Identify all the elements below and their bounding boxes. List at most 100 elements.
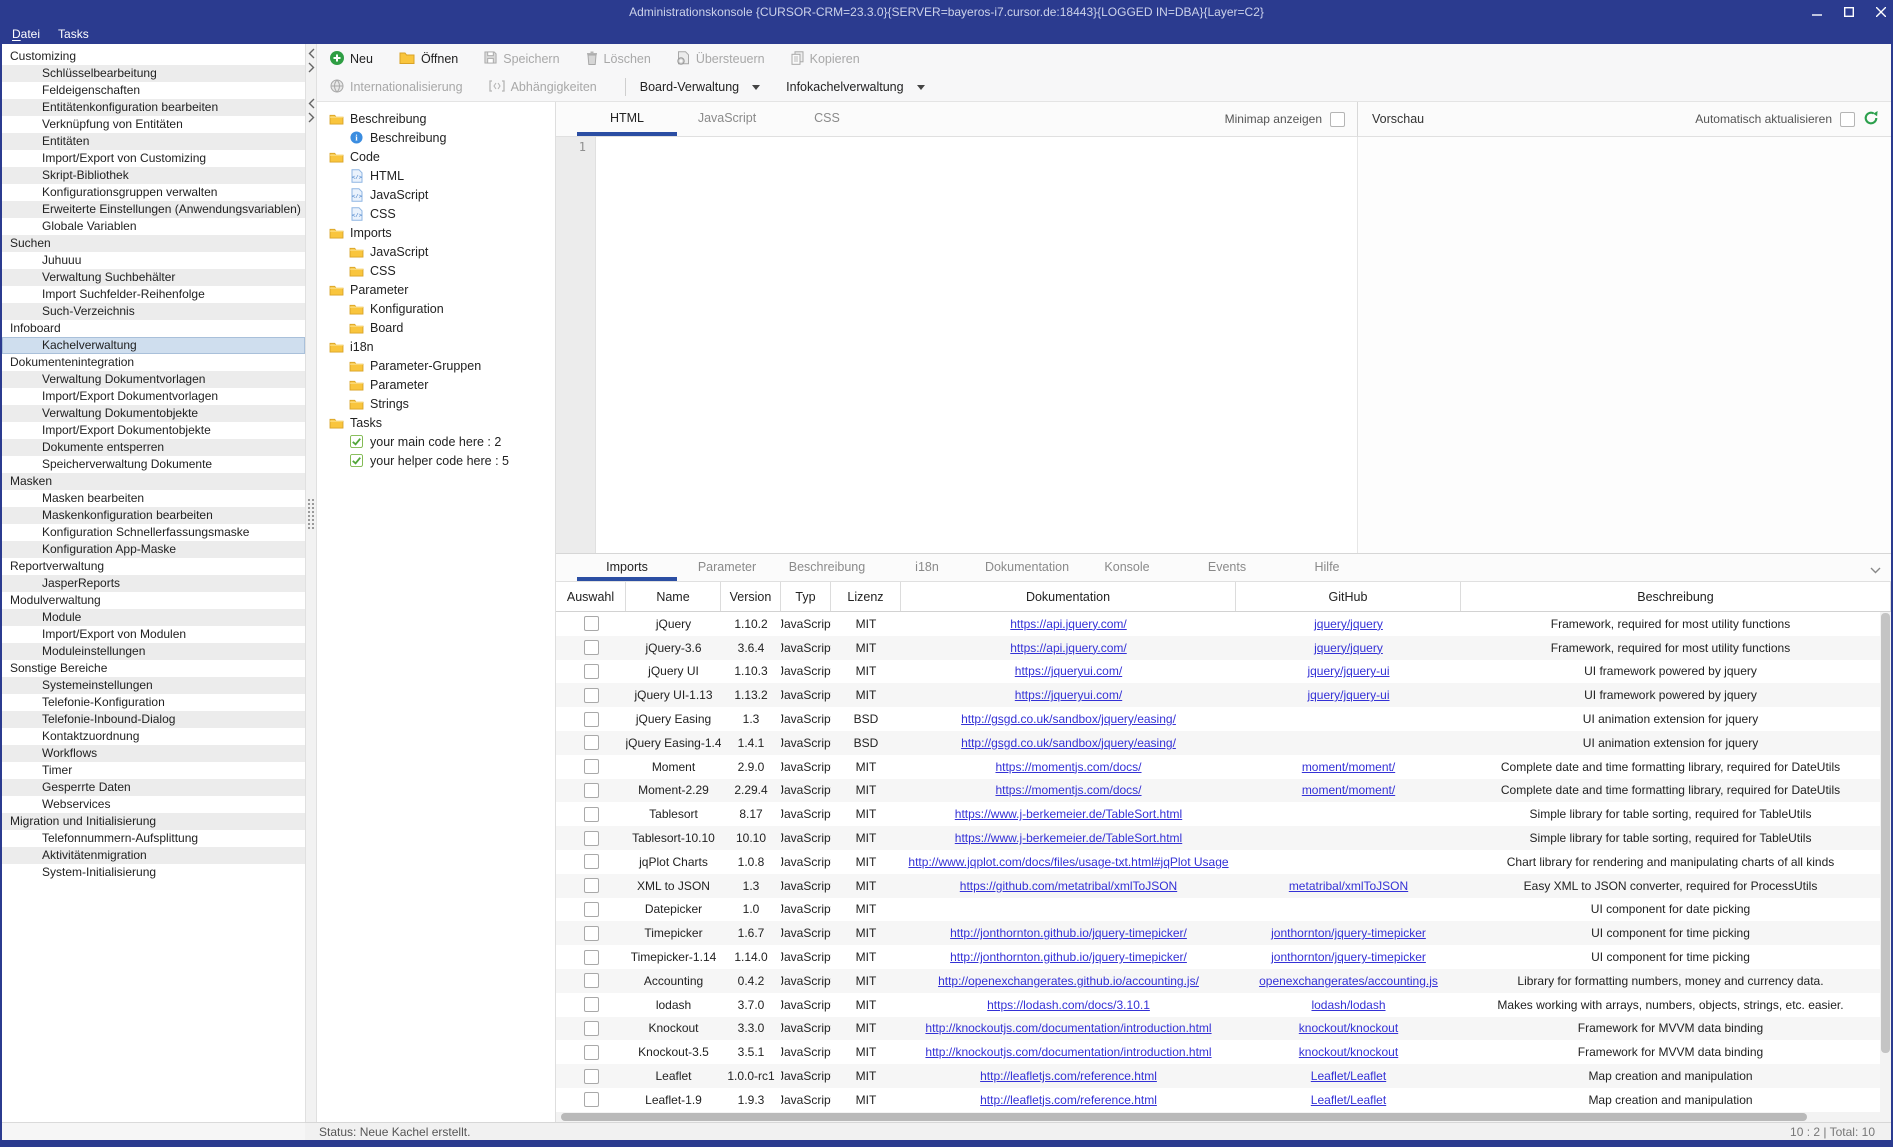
documentation-link[interactable]: https://lodash.com/docs/3.10.1 [987,998,1150,1012]
sidebar-item[interactable]: Import/Export Dokumentvorlagen [2,388,305,405]
sidebar-item[interactable]: Moduleinstellungen [2,643,305,660]
documentation-link[interactable]: https://github.com/metatribal/xmlToJSON [960,879,1177,893]
table-row[interactable]: Moment-2.292.29.4JavaScriptMIThttps://mo… [556,779,1880,803]
table-row[interactable]: Tablesort-10.1010.10JavaScriptMIThttps:/… [556,826,1880,850]
tree-item[interactable]: Strings [317,394,555,413]
row-checkbox[interactable] [584,973,599,988]
table-row[interactable]: jQuery Easing1.3JavaScriptBSDhttp://gsgd… [556,707,1880,731]
sidebar-item[interactable]: Telefonnummern-Aufsplittung [2,830,305,847]
table-row[interactable]: Accounting0.4.2JavaScriptMIThttp://opene… [556,969,1880,993]
table-row[interactable]: Leaflet-1.91.9.3JavaScriptMIThttp://leaf… [556,1088,1880,1112]
table-row[interactable]: Leaflet1.0.0-rc1JavaScriptMIThttp://leaf… [556,1064,1880,1088]
column-header[interactable]: Beschreibung [1461,582,1891,611]
column-header[interactable]: Typ [781,582,831,611]
auto-refresh-checkbox[interactable] [1840,112,1855,127]
tree-item[interactable]: Code [317,147,555,166]
sidebar-item[interactable]: Webservices [2,796,305,813]
sidebar-section[interactable]: Masken [2,473,305,490]
tree-item[interactable]: your helper code here : 5 [317,451,555,470]
sidebar-item[interactable]: Import/Export von Modulen [2,626,305,643]
table-row[interactable]: jQuery Easing-1.41.4.1JavaScriptBSDhttp:… [556,731,1880,755]
documentation-link[interactable]: https://api.jquery.com/ [1010,641,1127,655]
github-link[interactable]: jquery/jquery [1314,641,1383,655]
collapse-panel-icon[interactable] [1870,563,1881,577]
github-link[interactable]: openexchangerates/accounting.js [1259,974,1438,988]
expand-right-icon[interactable] [308,112,316,124]
close-icon[interactable] [1875,6,1887,18]
sidebar-item[interactable]: Konfiguration Schnellerfassungsmaske [2,524,305,541]
row-checkbox[interactable] [584,1069,599,1084]
documentation-link[interactable]: http://gsgd.co.uk/sandbox/jquery/easing/ [961,712,1176,726]
column-header[interactable]: Auswahl [556,582,626,611]
sidebar-item[interactable]: Timer [2,762,305,779]
table-horizontal-scrollbar[interactable] [556,1112,1891,1122]
menu-item-tasks[interactable]: Tasks [58,27,89,41]
documentation-link[interactable]: http://jonthornton.github.io/jquery-time… [950,950,1187,964]
tree-item[interactable]: JavaScript [317,242,555,261]
documentation-link[interactable]: https://jqueryui.com/ [1015,688,1122,702]
panel-tab-events[interactable]: Events [1177,554,1277,581]
github-link[interactable]: jquery/jquery-ui [1307,688,1389,702]
table-row[interactable]: Timepicker1.6.7JavaScriptMIThttp://jonth… [556,921,1880,945]
documentation-link[interactable]: https://momentjs.com/docs/ [995,783,1141,797]
column-header[interactable]: Name [626,582,721,611]
toolbar-button[interactable]: Neu [330,51,373,68]
documentation-link[interactable]: https://jqueryui.com/ [1015,664,1122,678]
sidebar-section[interactable]: Modulverwaltung [2,592,305,609]
row-checkbox[interactable] [584,878,599,893]
sidebar-section[interactable]: Infoboard [2,320,305,337]
panel-tab-dokumentation[interactable]: Dokumentation [977,554,1077,581]
sidebar-item[interactable]: Aktivitätenmigration [2,847,305,864]
row-checkbox[interactable] [584,735,599,750]
sidebar-item[interactable]: Entitätenkonfiguration bearbeiten [2,99,305,116]
splitter-grip[interactable] [308,499,314,529]
editor-tab-html[interactable]: HTML [577,102,677,136]
sidebar-item[interactable]: Dokumente entsperren [2,439,305,456]
sidebar-item[interactable]: Verknüpfung von Entitäten [2,116,305,133]
sidebar-section[interactable]: Sonstige Bereiche [2,660,305,677]
documentation-link[interactable]: https://momentjs.com/docs/ [995,760,1141,774]
panel-tab-hilfe[interactable]: Hilfe [1277,554,1377,581]
sidebar-item[interactable]: Import/Export von Customizing [2,150,305,167]
documentation-link[interactable]: https://www.j-berkemeier.de/TableSort.ht… [955,831,1182,845]
panel-tab-beschreibung[interactable]: Beschreibung [777,554,877,581]
table-row[interactable]: Tablesort8.17JavaScriptMIThttps://www.j-… [556,802,1880,826]
row-checkbox[interactable] [584,902,599,917]
editor-tab-javascript[interactable]: JavaScript [677,102,777,136]
github-link[interactable]: metatribal/xmlToJSON [1289,879,1408,893]
sidebar-item[interactable]: Feldeigenschaften [2,82,305,99]
documentation-link[interactable]: http://jonthornton.github.io/jquery-time… [950,926,1187,940]
sidebar-item[interactable]: Globale Variablen [2,218,305,235]
minimize-icon[interactable] [1811,6,1823,18]
github-link[interactable]: knockout/knockout [1299,1045,1398,1059]
column-header[interactable]: Dokumentation [901,582,1236,611]
column-header[interactable]: GitHub [1236,582,1461,611]
row-checkbox[interactable] [584,807,599,822]
sidebar-item[interactable]: Verwaltung Suchbehälter [2,269,305,286]
row-checkbox[interactable] [584,854,599,869]
row-checkbox[interactable] [584,783,599,798]
github-link[interactable]: jquery/jquery-ui [1307,664,1389,678]
github-link[interactable]: Leaflet/Leaflet [1311,1093,1386,1107]
minimap-checkbox[interactable] [1330,112,1345,127]
editor-tab-css[interactable]: CSS [777,102,877,136]
tree-item[interactable]: iBeschreibung [317,128,555,147]
tree-item[interactable]: </>HTML [317,166,555,185]
row-checkbox[interactable] [584,950,599,965]
column-header[interactable]: Version [721,582,781,611]
collapse-left-icon[interactable] [308,98,316,110]
row-checkbox[interactable] [584,616,599,631]
sidebar-item[interactable]: Speicherverwaltung Dokumente [2,456,305,473]
github-link[interactable]: jonthornton/jquery-timepicker [1271,950,1426,964]
scrollbar-thumb[interactable] [1881,613,1890,1053]
sidebar-item[interactable]: Erweiterte Einstellungen (Anwendungsvari… [2,201,305,218]
table-row[interactable]: jqPlot Charts1.0.8JavaScriptMIThttp://ww… [556,850,1880,874]
documentation-link[interactable]: http://gsgd.co.uk/sandbox/jquery/easing/ [961,736,1176,750]
panel-tab-imports[interactable]: Imports [577,554,677,581]
toolbar-button[interactable]: Board-Verwaltung [640,80,760,94]
table-row[interactable]: jQuery UI-1.131.13.2JavaScriptMIThttps:/… [556,683,1880,707]
column-header[interactable]: Lizenz [831,582,901,611]
sidebar-item[interactable]: Juhuuu [2,252,305,269]
tree-item[interactable]: Konfiguration [317,299,555,318]
tree-item[interactable]: Parameter [317,375,555,394]
